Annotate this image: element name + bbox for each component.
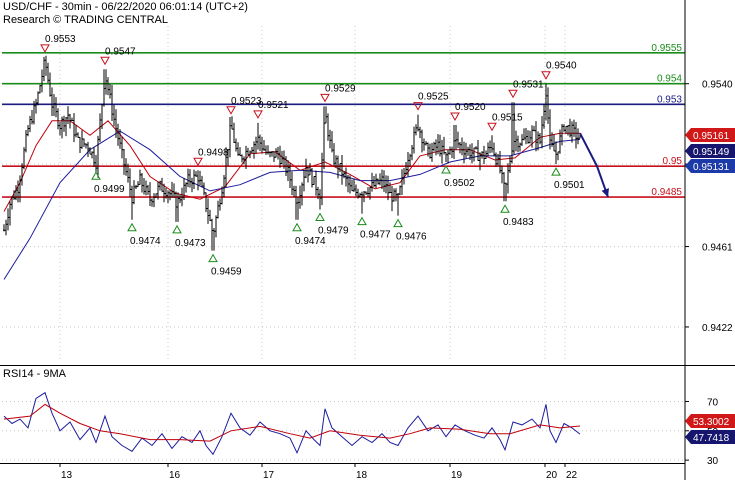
high-marker <box>541 71 551 80</box>
badge-value-ma_fast: 0.95161 <box>693 131 730 142</box>
level-label-0.9555: 0.9555 <box>651 43 682 54</box>
badge-value-rsi: 47.7418 <box>693 433 730 444</box>
low-marker <box>127 222 137 232</box>
date-tick-label: 22 <box>566 470 578 480</box>
rsi-grid <box>2 400 685 461</box>
low-label: 0.9474 <box>295 236 326 247</box>
date-tick-label: 13 <box>61 470 73 480</box>
low-label: 0.9501 <box>554 180 585 191</box>
level-label-0.954: 0.954 <box>657 74 682 85</box>
low-label: 0.9479 <box>318 225 349 236</box>
date-tick-label: 19 <box>451 470 463 480</box>
chart-canvas: 0.9555 0.954 0.953 0.95 0.9485 0.9553 0.9547 0… <box>0 0 735 480</box>
low-label: 0.9477 <box>360 230 391 241</box>
rsi-tick-label: 70 <box>707 397 719 408</box>
rsi-panel-label: RSI14 - 9MA <box>3 368 66 380</box>
low-label: 0.9499 <box>94 184 125 195</box>
high-marker <box>226 106 236 115</box>
chart-source: Research © TRADING CENTRAL <box>3 14 168 26</box>
date-tick-label: 16 <box>169 470 181 480</box>
rsi-line-rsi_ma <box>3 403 581 442</box>
low-marker <box>500 204 510 213</box>
high-label: 0.9525 <box>418 92 449 103</box>
badge-value-ma_slow: 0.95131 <box>693 162 730 173</box>
low-marker <box>357 216 367 226</box>
high-marker <box>508 89 518 99</box>
date-tick-label: 17 <box>263 470 275 480</box>
high-marker <box>450 112 460 121</box>
forecast-arrowhead <box>601 188 609 198</box>
high-label: 0.9529 <box>325 83 356 94</box>
low-marker <box>172 224 182 234</box>
low-label: 0.9502 <box>444 178 475 189</box>
low-label: 0.9483 <box>503 217 534 228</box>
high-label: 0.9515 <box>492 112 523 123</box>
low-label: 0.9476 <box>396 232 427 243</box>
low-marker <box>208 253 218 263</box>
high-marker <box>487 122 497 132</box>
rsi-tick-label: 30 <box>707 456 719 467</box>
low-label: 0.9473 <box>175 238 206 249</box>
high-label: 0.9553 <box>45 34 76 45</box>
low-marker <box>441 165 451 174</box>
badge-value-rsi_ma: 53.3002 <box>693 417 730 428</box>
low-marker <box>91 171 101 180</box>
price-tick-label: 0.9461 <box>702 243 733 254</box>
high-marker <box>100 56 110 66</box>
chart-title: USD/CHF - 30min - 06/22/2020 06:01:14 (U… <box>3 1 248 13</box>
price-tick-label: 0.9540 <box>702 80 733 91</box>
date-tick-label: 20 <box>546 470 558 480</box>
low-label: 0.9459 <box>211 267 242 278</box>
high-marker <box>253 110 263 119</box>
high-label: 0.9521 <box>258 100 289 111</box>
high-marker <box>40 44 50 53</box>
high-label: 0.9498 <box>198 147 229 158</box>
candlestick-series <box>3 55 581 251</box>
level-label-0.953: 0.953 <box>657 94 682 105</box>
date-tick-label: 18 <box>356 470 368 480</box>
high-label: 0.9520 <box>455 102 486 113</box>
low-label: 0.9474 <box>130 236 161 247</box>
level-label-0.95: 0.95 <box>663 156 683 167</box>
level-label-0.9485: 0.9485 <box>651 187 682 198</box>
high-label: 0.9531 <box>513 79 544 90</box>
high-marker <box>320 93 330 103</box>
low-marker <box>393 218 403 228</box>
low-marker <box>292 222 302 232</box>
high-label: 0.9540 <box>546 61 577 72</box>
badge-value-price: 0.95149 <box>693 147 730 158</box>
low-marker <box>551 167 561 176</box>
low-marker <box>315 212 325 221</box>
price-tick-label: 0.9422 <box>702 323 733 334</box>
high-label: 0.9547 <box>105 46 136 57</box>
